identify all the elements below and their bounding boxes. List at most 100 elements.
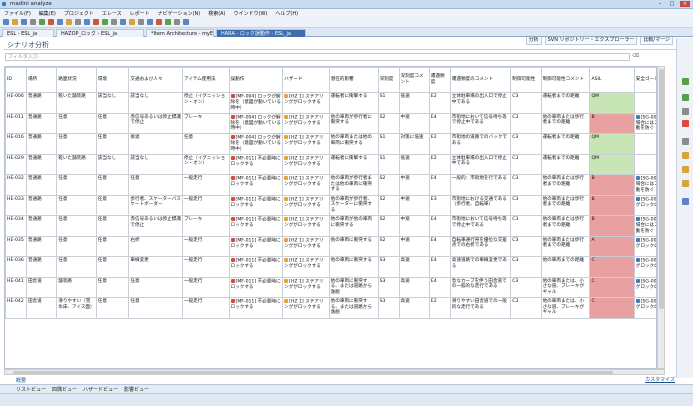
editor-tab[interactable]: HAZOP_ロック - ESL_ja (56, 29, 144, 37)
table-cell[interactable]: 普通路 (25, 92, 58, 114)
table-cell[interactable]: [SG-002] 走行中のステアリングロックの作動を防ぐ（ASIL D） (633, 194, 656, 216)
side-toolbar-icon[interactable] (682, 180, 689, 187)
toolbar-button-icon[interactable] (48, 19, 54, 25)
table-cell[interactable]: 任意 (56, 174, 97, 196)
table-cell[interactable]: 対策に低速 (398, 133, 430, 155)
table-cell[interactable]: [SG-001] CL 15 ポジションの場合にはステアリングロックの作動を防ぐ… (633, 174, 656, 196)
table-cell[interactable]: 中速 (398, 112, 430, 134)
table-cell[interactable]: 乾いた舗装路 (56, 153, 97, 175)
table-cell[interactable]: 任意 (56, 235, 97, 257)
table-cell[interactable]: HE-036 (5, 256, 27, 278)
table-cell[interactable]: 中速 (398, 194, 430, 216)
table-row[interactable]: HE-036 普通路 任意 任意 車線変更 一般走行 [MF-011] 不必要時にロックする… (5, 256, 656, 278)
editor-tab[interactable]: *Item Architecture - myESL (146, 29, 214, 37)
table-cell[interactable]: S1 (377, 133, 400, 155)
table-cell[interactable]: C3 (510, 215, 542, 237)
table-cell[interactable]: 一般走行 (181, 276, 230, 298)
table-cell[interactable]: [HZ 1] ステアリングがロックする (282, 153, 330, 175)
table-cell[interactable]: [HZ 1] ステアリングがロックする (282, 215, 330, 237)
table-row[interactable]: HE-041 田舎道 舗装路 任意 任意 一般走行 [MF-011] 不必要時にロックする[… (5, 276, 656, 298)
table-cell[interactable]: 任意 (95, 235, 130, 257)
table-cell[interactable]: QM (589, 153, 635, 175)
table-cell[interactable]: 任意 (95, 215, 130, 237)
filter-input[interactable] (5, 53, 630, 61)
table-cell[interactable]: 任意 (95, 133, 130, 155)
table-cell[interactable]: 他の車両または、小さな道、ブレーキがギャル (540, 297, 591, 319)
table-row[interactable]: HE-016 普通路 任意 任意 後退 任意 [MF-004] ロックが解除を（意図が動いて… (5, 133, 656, 155)
side-toolbar-icon[interactable] (682, 166, 689, 173)
table-cell[interactable]: HE-016 (5, 133, 27, 155)
toolbar-button-icon[interactable] (84, 19, 90, 25)
table-cell[interactable]: 任意 (95, 112, 130, 134)
column-header[interactable]: 環境 (95, 67, 130, 93)
table-cell[interactable]: HE-034 (5, 215, 27, 237)
table-row[interactable]: HE-006 普通路 乾いた舗装路 該当なし 該当なし 停止（イグニッション・オン） [MF… (5, 92, 656, 114)
table-cell[interactable]: C (589, 256, 635, 278)
table-cell[interactable]: 他の車両が歩行者に衝突する (328, 112, 379, 134)
table-cell[interactable]: 後退 (128, 133, 183, 155)
table-cell[interactable]: 他の車両または、小さな道、ブレーキがギャル (540, 276, 591, 298)
table-cell[interactable]: 高速 (398, 297, 430, 319)
table-cell[interactable]: 他の車両または他の車両に衝突する (328, 133, 379, 155)
editor-tab[interactable]: HARA - ロック誤動作 - ESL_ja (216, 29, 306, 37)
table-cell[interactable]: 普通路 (25, 153, 58, 175)
table-cell[interactable]: HE-011 (5, 112, 27, 134)
table-cell[interactable]: 任意 (128, 297, 183, 319)
table-cell[interactable]: 車線変更 (128, 256, 183, 278)
table-cell[interactable]: E4 (428, 235, 451, 257)
table-cell[interactable]: 任意 (95, 297, 130, 319)
table-cell[interactable]: 運転者に衝撃する (328, 92, 379, 114)
table-cell[interactable]: S2 (377, 174, 400, 196)
table-cell[interactable]: C3 (510, 92, 542, 114)
table-cell[interactable]: [MF-011] 不必要時にロックする (228, 215, 284, 237)
table-cell[interactable]: QM (589, 133, 635, 155)
table-cell[interactable]: E4 (428, 276, 451, 298)
table-cell[interactable]: [MF-011] 不必要時にロックする (228, 235, 284, 257)
table-cell[interactable]: 舗装路 (56, 276, 97, 298)
menu-item[interactable]: ナビゲーション(N) (158, 10, 201, 17)
table-cell[interactable]: HE-035 (5, 235, 27, 257)
table-cell[interactable]: [MF-011] 不必要時にロックする (228, 174, 284, 196)
table-cell[interactable]: 立体駐車場の出入口で停止中である (449, 153, 512, 175)
table-cell[interactable]: C3 (510, 174, 542, 196)
table-cell[interactable]: 他の車両が歩行者、スケーターに衝突する (328, 194, 379, 216)
table-cell[interactable]: C3 (510, 276, 542, 298)
table-cell[interactable]: 普通路 (25, 194, 58, 216)
table-cell[interactable]: 自転車通行帯を優位な交差点での右折である (449, 235, 512, 257)
table-cell[interactable]: [MF-011] 不必要時にロックする (228, 194, 284, 216)
table-cell[interactable]: 運転者までの距離 (540, 133, 591, 155)
table-cell[interactable]: C3 (510, 194, 542, 216)
clear-filter-icon[interactable]: ⌫ (632, 53, 639, 61)
table-cell[interactable]: C3 (510, 153, 542, 175)
table-row[interactable]: HE-042 田舎道 滑りやすい（雪氷床、アイス面） 任意 任意 一般走行 [MF-011]… (5, 297, 656, 319)
table-cell[interactable]: HE-042 (5, 297, 27, 319)
table-cell[interactable]: [SG-001] CL 15 ポジションの場合にはステアリングロックの作動を防ぐ… (633, 215, 656, 237)
toolbar-button-icon[interactable] (39, 19, 45, 25)
table-cell[interactable]: S1 (377, 92, 400, 114)
table-cell[interactable]: 該当なし (128, 153, 183, 175)
table-cell[interactable]: A (589, 235, 635, 257)
table-cell[interactable]: E4 (428, 256, 451, 278)
table-cell[interactable]: 一般走行 (181, 297, 230, 319)
toolbar-button-icon[interactable] (147, 19, 153, 25)
column-header[interactable]: 安全ゴール (633, 67, 656, 93)
table-cell[interactable]: 普通路 (25, 235, 58, 257)
table-cell[interactable]: 運転者までの距離 (540, 153, 591, 175)
table-cell[interactable]: B (589, 174, 635, 196)
menu-item[interactable]: ウインドウ(W) (234, 10, 268, 17)
table-row[interactable]: HE-033 普通路 任意 任意 歩行者、スケーターバスケートボーダー 一般走行 [MF-0… (5, 194, 656, 216)
table-cell[interactable]: [MF-011] 不必要時にロックする (228, 256, 284, 278)
table-cell[interactable]: 一般走行 (181, 194, 230, 216)
table-cell[interactable]: 運転者までの距離 (540, 92, 591, 114)
toolbar-button-icon[interactable] (120, 19, 126, 25)
editor-tab[interactable]: ESL - ESL_ja (2, 29, 54, 37)
table-cell[interactable]: E2 (428, 297, 451, 319)
table-cell[interactable]: C3 (510, 133, 542, 155)
column-header[interactable]: 交通および人々 (128, 67, 183, 93)
table-cell[interactable]: 他の車両が他の車両に衝突する (328, 215, 379, 237)
table-cell[interactable]: [HZ 1] ステアリングがロックする (282, 194, 330, 216)
toolbar-button-icon[interactable] (30, 19, 36, 25)
table-cell[interactable]: S2 (377, 112, 400, 134)
side-toolbar-icon[interactable] (682, 94, 689, 101)
table-cell[interactable]: 滑りやすい（雪氷床、アイス面） (56, 297, 97, 319)
